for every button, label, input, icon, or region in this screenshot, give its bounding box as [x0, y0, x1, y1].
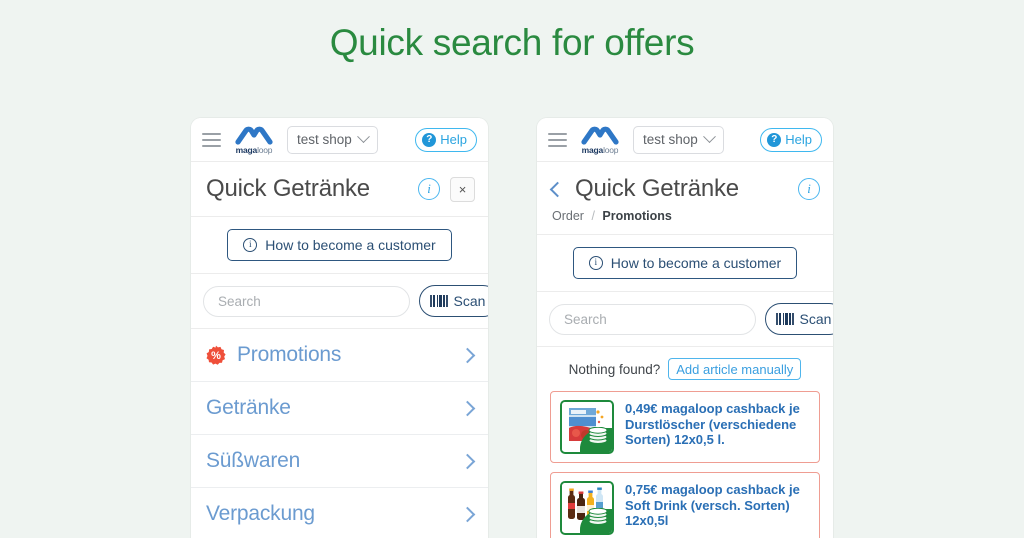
soft-drink-bottles-thumbnail [560, 481, 614, 535]
hamburger-icon[interactable] [548, 132, 567, 147]
category-list: % Promotions Getränke Süßwaren Verpackun… [191, 329, 488, 538]
shop-selector[interactable]: test shop [633, 125, 724, 154]
app-bar-left: magaloop test shop ? Help [191, 118, 488, 162]
shop-selector-label: test shop [643, 132, 698, 147]
breadcrumb-separator: / [591, 209, 595, 223]
promotion-percent-badge-icon: % [206, 345, 226, 365]
left-title-row: Quick Getränke i × [191, 162, 488, 217]
how-to-become-customer-button[interactable]: i How to become a customer [227, 229, 452, 261]
offer-card[interactable]: 0,49€ magaloop cashback je Durstlöscher … [550, 391, 820, 463]
scan-button[interactable]: Scan [765, 303, 833, 335]
offer-card[interactable]: 0,75€ magaloop cashback je Soft Drink (v… [550, 472, 820, 538]
how-to-become-customer-label: How to become a customer [610, 255, 782, 271]
breadcrumb: Order / Promotions [537, 209, 833, 235]
chevron-right-icon [459, 347, 476, 363]
logo-suffix: loop [257, 144, 273, 155]
left-phone-panel: magaloop test shop ? Help Quick Getränke… [191, 118, 488, 538]
category-item-sussware[interactable]: Süßwaren [191, 435, 488, 488]
beverage-carton-thumbnail [560, 400, 614, 454]
right-page-title: Quick Getränke [575, 175, 739, 202]
help-button[interactable]: ? Help [415, 127, 477, 152]
right-cta-row: i How to become a customer [537, 235, 833, 292]
left-search-row: Scan [191, 274, 488, 329]
category-item-getranke[interactable]: Getränke [191, 382, 488, 435]
category-item-promotions[interactable]: % Promotions [191, 329, 488, 382]
screenshot-root: Quick search for offers magaloop test sh… [0, 0, 1024, 538]
barcode-icon [776, 313, 794, 325]
scan-button[interactable]: Scan [419, 285, 488, 317]
logo-brand: maga [235, 144, 258, 155]
right-phone-panel: magaloop test shop ? Help Quick Getränke… [537, 118, 833, 538]
category-label: Promotions [237, 343, 342, 366]
chevron-right-icon [459, 400, 476, 416]
question-circle-icon: ? [767, 132, 782, 147]
magaloop-logo[interactable]: magaloop [231, 125, 277, 155]
search-input[interactable] [203, 285, 410, 317]
category-label: Süßwaren [206, 449, 301, 472]
chevron-right-icon [459, 453, 476, 469]
chevron-down-icon [356, 130, 370, 144]
chevron-right-icon [459, 506, 476, 522]
logo-brand: maga [581, 144, 604, 155]
cashback-coins-icon [587, 507, 609, 530]
right-title-row: Quick Getränke i [537, 162, 833, 209]
add-article-manually-button[interactable]: Add article manually [668, 358, 802, 380]
logo-wordmark: magaloop [235, 144, 273, 155]
barcode-icon [430, 295, 448, 307]
magaloop-logo[interactable]: magaloop [577, 125, 623, 155]
nothing-found-label: Nothing found? [568, 361, 661, 377]
chevron-down-icon [702, 130, 716, 144]
offer-text: 0,75€ magaloop cashback je Soft Drink (v… [625, 482, 800, 528]
cashback-coins-icon [587, 426, 609, 449]
right-search-row: Scan [537, 292, 833, 347]
category-label: Verpackung [206, 502, 315, 525]
breadcrumb-current: Promotions [602, 209, 672, 223]
app-bar-right: magaloop test shop ? Help [537, 118, 833, 162]
category-item-verpackung[interactable]: Verpackung [191, 488, 488, 538]
scan-button-label: Scan [453, 293, 486, 309]
info-circle-icon[interactable]: i [418, 178, 440, 200]
logo-suffix: loop [603, 144, 619, 155]
help-button-label: Help [785, 132, 812, 147]
help-button-label: Help [440, 132, 467, 147]
info-circle-icon[interactable]: i [798, 178, 820, 200]
info-circle-icon: i [588, 256, 603, 270]
category-label: Getränke [206, 396, 291, 419]
help-button[interactable]: ? Help [760, 127, 822, 152]
svg-text:%: % [211, 350, 221, 362]
offer-text: 0,49€ magaloop cashback je Durstlöscher … [625, 401, 800, 447]
shop-selector-label: test shop [297, 132, 352, 147]
offer-list: 0,49€ magaloop cashback je Durstlöscher … [537, 391, 833, 538]
close-icon[interactable]: × [450, 176, 475, 202]
search-input[interactable] [549, 303, 756, 335]
logo-wordmark: magaloop [581, 144, 619, 155]
shop-selector[interactable]: test shop [287, 125, 378, 154]
left-page-title: Quick Getränke [206, 175, 370, 202]
page-title: Quick search for offers [329, 22, 695, 63]
left-cta-row: i How to become a customer [191, 217, 488, 274]
how-to-become-customer-label: How to become a customer [265, 237, 436, 253]
question-circle-icon: ? [422, 132, 437, 147]
scan-button-label: Scan [799, 311, 832, 327]
chevron-left-icon[interactable] [549, 181, 566, 197]
nothing-found-row: Nothing found? Add article manually [537, 347, 833, 391]
how-to-become-customer-button[interactable]: i How to become a customer [572, 247, 798, 279]
info-circle-icon: i [243, 238, 258, 252]
hamburger-icon[interactable] [202, 132, 221, 147]
breadcrumb-root[interactable]: Order [552, 209, 584, 223]
